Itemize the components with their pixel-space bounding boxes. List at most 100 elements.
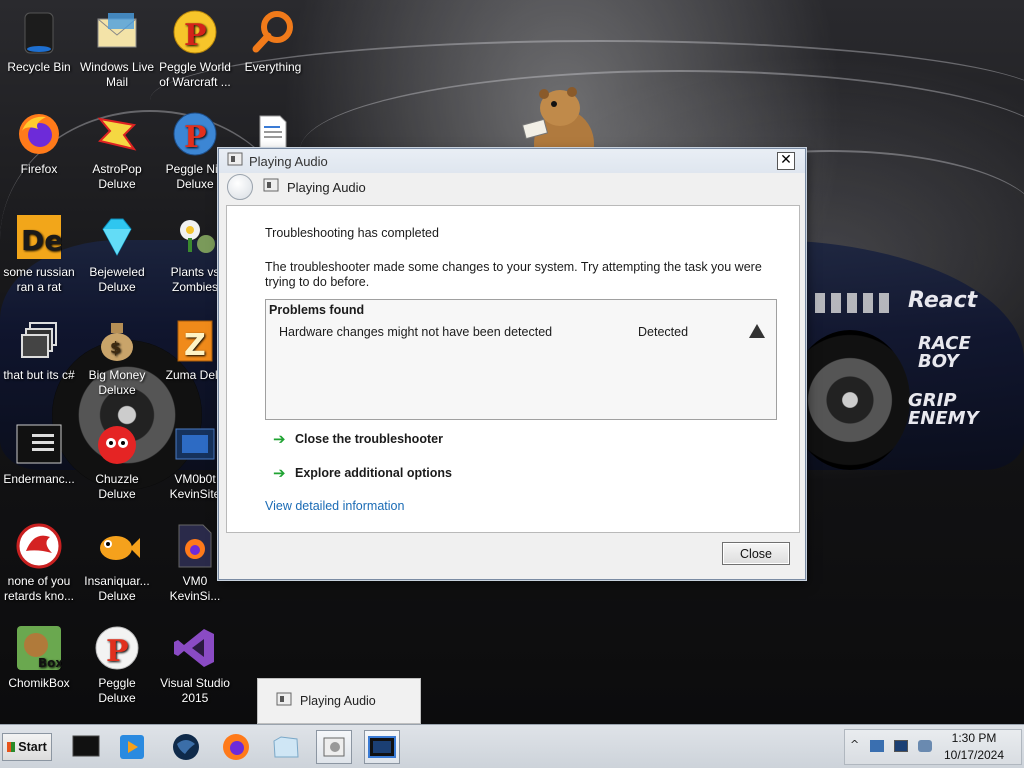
green-arrow-icon: ➔	[273, 430, 286, 448]
desktop-icon-chuzzle[interactable]: Chuzzle Deluxe	[78, 420, 156, 502]
document-file-icon[interactable]	[258, 114, 288, 149]
taskbar-app-terminal[interactable]	[68, 730, 104, 764]
start-button[interactable]: Start	[2, 733, 52, 761]
troubleshooter-icon	[263, 177, 279, 197]
wallpaper-text-raceboy: RACE BOY	[918, 333, 971, 372]
svg-text:Box: Box	[38, 656, 62, 670]
astropop-icon	[93, 110, 141, 158]
svg-text:P: P	[184, 18, 207, 53]
search-icon	[249, 8, 297, 56]
taskbar-app-explorer[interactable]	[268, 730, 304, 764]
back-button[interactable]	[227, 174, 253, 200]
desktop-icon-bejeweled[interactable]: Bejeweled Deluxe	[78, 213, 156, 295]
show-hidden-icons-button[interactable]: ^	[850, 738, 862, 752]
clock-date[interactable]: 10/17/2024	[938, 748, 1010, 762]
taskbar-app-firefox[interactable]	[218, 730, 254, 764]
desktop-icon-big-money[interactable]: $ Big Money Deluxe	[78, 316, 156, 398]
taskbar-preview[interactable]: Playing Audio	[257, 678, 421, 724]
desktop-icon-label: Visual Studio 2015	[160, 676, 230, 705]
desktop-icon-label: that but its c#	[3, 368, 75, 382]
dialog-navbar: Playing Audio	[219, 173, 805, 201]
desktop-icon-everything[interactable]: Everything	[234, 8, 312, 75]
task-label: Close the troubleshooter	[295, 432, 443, 446]
svg-text:P: P	[184, 120, 207, 155]
firefox-icon	[223, 734, 249, 760]
desktop-icon-label: AstroPop Deluxe	[92, 162, 142, 191]
desktop-icon-visual-studio[interactable]: Visual Studio 2015	[156, 624, 234, 706]
green-arrow-icon: ➔	[273, 464, 286, 482]
peggle-icon: P	[93, 624, 141, 672]
taskbar-app-media-player[interactable]	[114, 730, 150, 764]
desktop-icon-label: some russian ran a rat	[3, 265, 75, 294]
taskbar-app-vm[interactable]	[364, 730, 400, 764]
zuma-icon: Z	[171, 316, 219, 364]
desktop-icon-label: Everything	[244, 60, 302, 74]
task-label: Explore additional options	[295, 466, 452, 480]
fish-icon	[93, 522, 141, 570]
explore-options-link[interactable]: ➔ Explore additional options	[273, 464, 452, 482]
desktop-icon-label: Peggle World of Warcraft ...	[159, 60, 231, 89]
desktop-icon-windows-live-mail[interactable]: Windows Live Mail	[78, 8, 156, 90]
desktop-icon-recycle-bin[interactable]: Recycle Bin	[0, 8, 78, 75]
vm-icon	[171, 420, 219, 468]
media-player-icon	[120, 735, 144, 759]
svg-text:Z: Z	[184, 328, 206, 363]
desktop-icon-label: Peggle Deluxe	[98, 676, 136, 705]
volume-icon[interactable]	[918, 740, 932, 752]
dialog-titlebar[interactable]: Playing Audio	[219, 149, 805, 173]
peggle-icon: P	[171, 110, 219, 158]
problem-status: Detected	[638, 325, 689, 339]
desktop-icon-label: Firefox	[20, 162, 58, 176]
troubleshooter-icon	[276, 691, 292, 711]
svg-text:$: $	[110, 338, 121, 357]
desktop-icon-peggle-deluxe[interactable]: P Peggle Deluxe	[78, 624, 156, 706]
svg-text:P: P	[106, 634, 129, 669]
windows-stack-icon	[15, 316, 63, 364]
troubleshooter-icon	[227, 151, 243, 171]
desktop-icon-astropop[interactable]: AstroPop Deluxe	[78, 110, 156, 192]
wallpaper-text-react: React	[908, 288, 978, 313]
desktop-icon-firefox[interactable]: Firefox	[0, 110, 78, 177]
globe-icon	[173, 734, 199, 760]
close-icon[interactable]: ✕	[777, 152, 795, 170]
completion-heading: Troubleshooting has completed	[265, 226, 439, 240]
desktop-icon-label: Endermanc...	[3, 472, 75, 486]
problem-issue[interactable]: Hardware changes might not have been det…	[279, 325, 552, 339]
content-panel: Troubleshooting has completed The troubl…	[226, 205, 800, 533]
desktop-icon-label: Windows Live Mail	[79, 60, 155, 89]
de-icon: De	[15, 213, 63, 261]
desktop-icon-that-but-its-c[interactable]: that but its c#	[0, 316, 78, 383]
dragon-icon	[15, 522, 63, 570]
desktop-icon-insaniquarium[interactable]: Insaniquar... Deluxe	[78, 522, 156, 604]
view-detailed-information-link[interactable]: View detailed information	[265, 499, 404, 513]
wallpaper-decals	[815, 293, 895, 313]
close-button[interactable]: Close	[722, 542, 790, 565]
desktop-icon-label: Big Money Deluxe	[88, 368, 146, 397]
nav-title: Playing Audio	[287, 179, 366, 195]
start-label: Start	[18, 740, 47, 754]
desktop-icon-chomikbox[interactable]: Box ChomikBox	[0, 624, 78, 691]
problems-found-box: Problems found Hardware changes might no…	[265, 299, 777, 420]
taskbar-app-globe[interactable]	[168, 730, 204, 764]
completion-description: The troubleshooter made some changes to …	[265, 260, 762, 289]
network-icon[interactable]	[870, 740, 884, 752]
desktop-icon-label: none of you retards kno...	[3, 574, 75, 603]
wallpaper-text-gripenemy: GRIP ENEMY	[908, 390, 979, 429]
desktop-icon-peggle-wow[interactable]: P Peggle World of Warcraft ...	[156, 8, 234, 90]
desktop-icon-label: ChomikBox	[8, 676, 70, 690]
desktop-icon-label: Insaniquar... Deluxe	[84, 574, 150, 603]
desktop-icon-some-russian[interactable]: De some russian ran a rat	[0, 213, 78, 295]
gem-icon	[93, 213, 141, 261]
taskbar-app-troubleshooter[interactable]	[316, 730, 352, 764]
clock-time[interactable]: 1:30 PM	[944, 731, 1004, 745]
chuzzle-icon	[93, 420, 141, 468]
display-icon[interactable]	[894, 740, 908, 752]
close-troubleshooter-link[interactable]: ➔ Close the troubleshooter	[273, 430, 443, 448]
desktop-icon-none-of-you[interactable]: none of you retards kno...	[0, 522, 78, 604]
problems-found-title: Problems found	[269, 303, 365, 317]
wallpaper-wheel	[790, 330, 910, 470]
desktop-icon-label: Chuzzle Deluxe	[95, 472, 139, 501]
desktop-icon-endermanc[interactable]: Endermanc...	[0, 420, 78, 487]
desktop-icon-label: Bejeweled Deluxe	[89, 265, 145, 294]
plant-icon	[171, 213, 219, 261]
